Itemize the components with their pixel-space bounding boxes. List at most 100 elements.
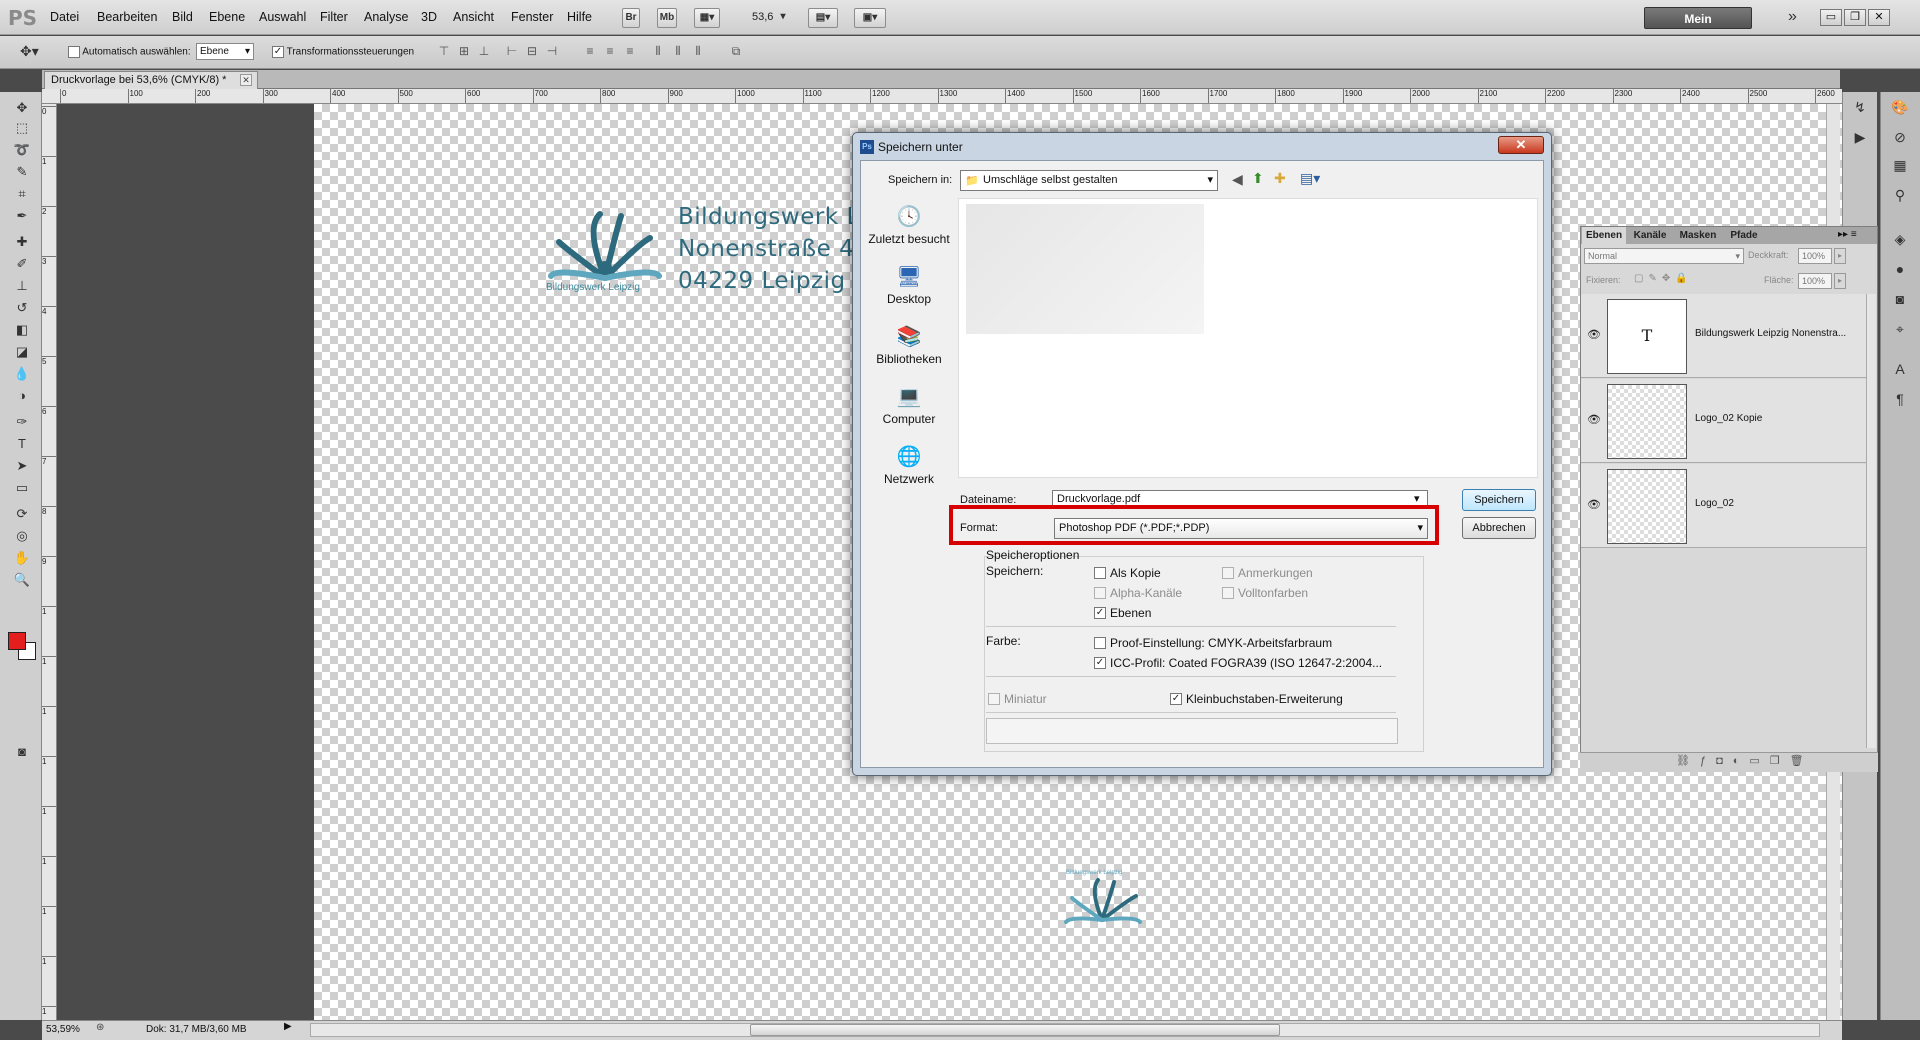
- transform-controls-option[interactable]: ✓ Transformationssteuerungen: [272, 46, 414, 58]
- restore-button[interactable]: ❐: [1844, 9, 1866, 26]
- filename-dropdown-icon[interactable]: ▾: [1414, 492, 1420, 505]
- move-tool-icon[interactable]: ✥: [11, 98, 33, 118]
- lowercase-checkbox[interactable]: ✓: [1170, 692, 1182, 705]
- zoom-tool-icon[interactable]: 🔍: [11, 570, 33, 590]
- minibridge-button[interactable]: Mb: [657, 8, 677, 28]
- option-icc-profile[interactable]: ✓ ICC-Profil: Coated FOGRA39 (ISO 12647-2…: [1094, 656, 1382, 670]
- blend-mode-dropdown[interactable]: Normal ▾: [1584, 248, 1744, 264]
- layer-row-logo-kopie[interactable]: 👁 Logo_02 Kopie: [1581, 379, 1867, 463]
- crop-tool-icon[interactable]: ⌗: [11, 184, 33, 204]
- align-vcenter-icon[interactable]: ⊞: [456, 44, 472, 60]
- quick-select-tool-icon[interactable]: ✎: [11, 162, 33, 182]
- document-tab[interactable]: Druckvorlage bei 53,6% (CMYK/8) *: [44, 71, 258, 89]
- up-folder-icon[interactable]: ⬆: [1252, 170, 1264, 187]
- distribute-bottom-icon[interactable]: ≡: [622, 44, 638, 60]
- clone-stamp-tool-icon[interactable]: ⊥: [11, 276, 33, 296]
- auto-select-dropdown[interactable]: Ebene ▾: [196, 43, 254, 60]
- visibility-eye-icon[interactable]: 👁: [1587, 498, 1601, 511]
- color-panel-icon[interactable]: 🎨: [1889, 96, 1911, 118]
- minimize-button[interactable]: ▭: [1820, 9, 1842, 26]
- opacity-arrow-icon[interactable]: ▸: [1834, 248, 1846, 264]
- distribute-left-icon[interactable]: ⦀: [650, 44, 666, 60]
- place-computer[interactable]: 💻 Computer: [864, 384, 954, 426]
- menu-ansicht[interactable]: Ansicht: [453, 10, 494, 24]
- status-info-icon[interactable]: ⊛: [96, 1022, 104, 1033]
- view-menu-icon[interactable]: ▤▾: [1300, 170, 1320, 187]
- place-desktop[interactable]: 🖥 Desktop: [864, 264, 954, 306]
- styles-panel-icon[interactable]: ▦: [1889, 154, 1911, 176]
- paths-panel-icon[interactable]: ⌖: [1889, 318, 1911, 340]
- menu-ebene[interactable]: Ebene: [209, 10, 245, 24]
- path-select-tool-icon[interactable]: ➤: [11, 456, 33, 476]
- hand-tool-icon[interactable]: ✋: [11, 548, 33, 568]
- auto-align-icon[interactable]: ⧉: [728, 44, 744, 60]
- fill-arrow-icon[interactable]: ▸: [1834, 273, 1846, 289]
- arrange-documents-button[interactable]: ▤▾: [808, 8, 838, 28]
- lookin-dropdown[interactable]: 📁 Umschläge selbst gestalten ▾: [960, 170, 1218, 191]
- menu-bearbeiten[interactable]: Bearbeiten: [97, 10, 157, 24]
- history-brush-tool-icon[interactable]: ↺: [11, 298, 33, 318]
- tab-pfade[interactable]: Pfade: [1724, 227, 1764, 244]
- move-tool-preset-icon[interactable]: ✥▾: [20, 43, 39, 60]
- option-proof[interactable]: Proof-Einstellung: CMYK-Arbeitsfarbraum: [1094, 636, 1332, 650]
- save-button[interactable]: Speichern: [1462, 489, 1536, 511]
- lasso-tool-icon[interactable]: ➰: [11, 140, 33, 160]
- layers-footer-icons[interactable]: ⛓ƒ◘◐▭❐🗑: [1676, 754, 1814, 767]
- auto-select-checkbox[interactable]: [68, 46, 80, 58]
- menu-analyse[interactable]: Analyse: [364, 10, 408, 24]
- more-workspaces-icon[interactable]: »: [1788, 8, 1797, 26]
- option-layers[interactable]: ✓ Ebenen: [1094, 606, 1151, 620]
- tab-ebenen[interactable]: Ebenen: [1582, 227, 1626, 244]
- adjustments-panel-icon[interactable]: ⚲: [1889, 184, 1911, 206]
- menu-auswahl[interactable]: Auswahl: [259, 10, 306, 24]
- auto-select-option[interactable]: Automatisch auswählen:: [68, 46, 191, 58]
- option-lowercase-extension[interactable]: ✓ Kleinbuchstaben-Erweiterung: [1170, 692, 1343, 706]
- type-tool-icon[interactable]: T: [11, 434, 33, 454]
- icc-checkbox[interactable]: ✓: [1094, 656, 1106, 669]
- quick-mask-icon[interactable]: ◙: [11, 742, 33, 762]
- as-copy-checkbox[interactable]: [1094, 566, 1106, 579]
- close-window-button[interactable]: ✕: [1868, 9, 1890, 26]
- marquee-tool-icon[interactable]: ⬚: [11, 118, 33, 138]
- close-document-icon[interactable]: ✕: [240, 74, 252, 86]
- align-top-icon[interactable]: ⊤: [436, 44, 452, 60]
- dodge-tool-icon[interactable]: ◑: [11, 386, 33, 406]
- eraser-tool-icon[interactable]: ◧: [11, 320, 33, 340]
- layers-scrollbar[interactable]: [1866, 294, 1876, 748]
- align-hcenter-icon[interactable]: ⊟: [524, 44, 540, 60]
- paragraph-panel-icon[interactable]: ¶: [1889, 388, 1911, 410]
- dialog-close-button[interactable]: ✕: [1498, 136, 1544, 154]
- screen-mode-button[interactable]: ▣▾: [854, 8, 886, 28]
- 3d-orbit-tool-icon[interactable]: ◎: [11, 526, 33, 546]
- menu-3d[interactable]: 3D: [421, 10, 437, 24]
- visibility-eye-icon[interactable]: 👁: [1587, 328, 1601, 341]
- tab-masken[interactable]: Masken: [1674, 227, 1722, 244]
- layer-row-text[interactable]: 👁 T Bildungswerk Leipzig Nonenstra...: [1581, 294, 1867, 378]
- place-network[interactable]: 🌐 Netzwerk: [864, 444, 954, 486]
- brush-tool-icon[interactable]: ✐: [11, 254, 33, 274]
- panel-menu-icon[interactable]: ▸▸ ≡: [1838, 229, 1857, 240]
- status-zoom[interactable]: 53,59%: [46, 1024, 80, 1035]
- zoom-dropdown-icon[interactable]: ▾: [776, 8, 790, 28]
- menu-bild[interactable]: Bild: [172, 10, 193, 24]
- opacity-input[interactable]: 100%: [1798, 248, 1832, 264]
- layer-row-logo[interactable]: 👁 Logo_02: [1581, 464, 1867, 548]
- view-extras-button[interactable]: ▦▾: [694, 8, 720, 28]
- status-menu-arrow-icon[interactable]: ▶: [284, 1021, 292, 1032]
- pen-tool-icon[interactable]: ✑: [11, 412, 33, 432]
- swatches-panel-icon[interactable]: ⊘: [1889, 126, 1911, 148]
- horizontal-scroll-thumb[interactable]: [750, 1024, 1280, 1036]
- 3d-rotate-tool-icon[interactable]: ⟳: [11, 504, 33, 524]
- distribute-top-icon[interactable]: ≡: [582, 44, 598, 60]
- menu-fenster[interactable]: Fenster: [511, 10, 553, 24]
- actions-panel-icon[interactable]: ▶: [1849, 126, 1871, 148]
- menu-datei[interactable]: Datei: [50, 10, 79, 24]
- proof-checkbox[interactable]: [1094, 636, 1106, 649]
- back-icon[interactable]: ◀: [1232, 171, 1243, 188]
- place-recent[interactable]: 🕓 Zuletzt besucht: [864, 204, 954, 246]
- history-panel-icon[interactable]: ↯: [1849, 96, 1871, 118]
- cancel-button[interactable]: Abbrechen: [1462, 517, 1536, 539]
- layers-checkbox[interactable]: ✓: [1094, 606, 1106, 619]
- layers-panel-icon[interactable]: ◈: [1889, 228, 1911, 250]
- blur-tool-icon[interactable]: 💧: [11, 364, 33, 384]
